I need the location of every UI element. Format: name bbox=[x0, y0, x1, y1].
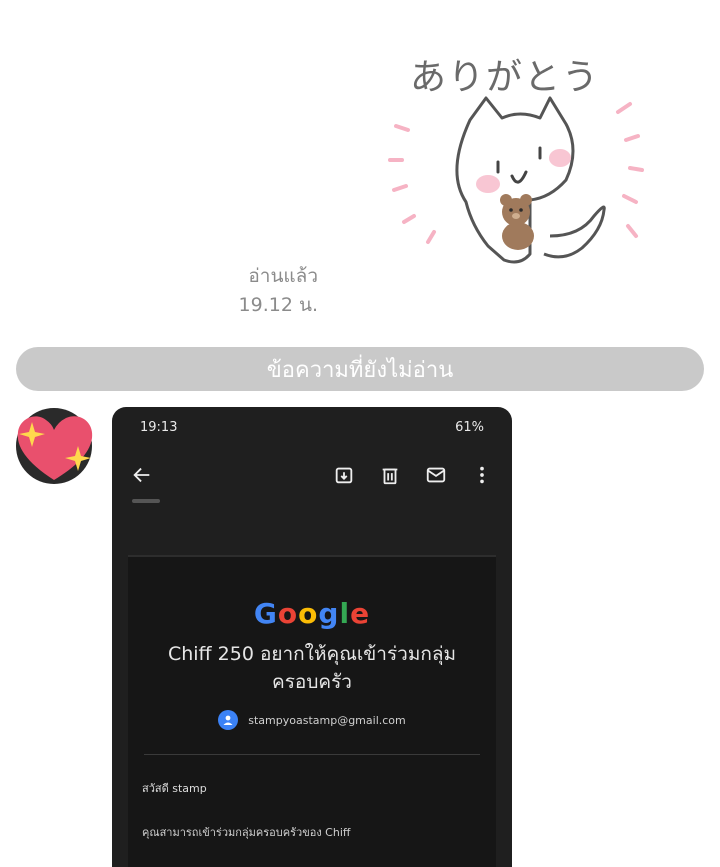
archive-icon[interactable] bbox=[332, 463, 356, 487]
drag-handle bbox=[132, 499, 160, 503]
phone-status-bar: 19:13 61% bbox=[112, 407, 512, 447]
mail-icon[interactable] bbox=[424, 463, 448, 487]
email-divider bbox=[144, 754, 480, 755]
status-time: 19:13 bbox=[140, 419, 178, 435]
account-avatar-icon bbox=[218, 710, 239, 730]
invite-email-card: Google Chiff 250 อยากให้คุณเข้าร่วมกลุ่ม… bbox=[128, 555, 496, 867]
sticker-message[interactable]: ありがとう bbox=[380, 40, 660, 290]
unread-divider-label: ข้อความที่ยังไม่อ่าน bbox=[266, 357, 454, 383]
message-time: 19.12 น. bbox=[238, 294, 318, 316]
delete-icon[interactable] bbox=[378, 463, 402, 487]
unread-divider: ข้อความที่ยังไม่อ่าน bbox=[16, 347, 704, 391]
email-body-line: คุณสามารถเข้าร่วมกลุ่มครอบครัวของ Chiff bbox=[142, 826, 351, 839]
google-logo: Google bbox=[253, 597, 371, 630]
read-status: อ่านแล้ว bbox=[248, 265, 318, 287]
image-message[interactable]: 19:13 61% Google Chiff 250 อยากให้คุณเข้… bbox=[112, 407, 512, 867]
account-email: stampyoastamp@gmail.com bbox=[248, 713, 406, 727]
more-vert-icon[interactable] bbox=[470, 463, 494, 487]
cat-sticker-icon bbox=[388, 96, 644, 264]
back-arrow-icon[interactable] bbox=[130, 463, 154, 487]
read-receipt: อ่านแล้ว 19.12 น. bbox=[220, 262, 318, 320]
sender-avatar[interactable] bbox=[12, 406, 98, 488]
sparkling-heart-icon bbox=[16, 408, 93, 484]
email-toolbar bbox=[112, 447, 512, 503]
email-greeting: สวัสดี stamp bbox=[142, 782, 207, 795]
account-row: stampyoastamp@gmail.com bbox=[128, 710, 496, 730]
status-battery: 61% bbox=[455, 419, 484, 435]
invite-title: Chiff 250 อยากให้คุณเข้าร่วมกลุ่มครอบครั… bbox=[167, 643, 457, 693]
